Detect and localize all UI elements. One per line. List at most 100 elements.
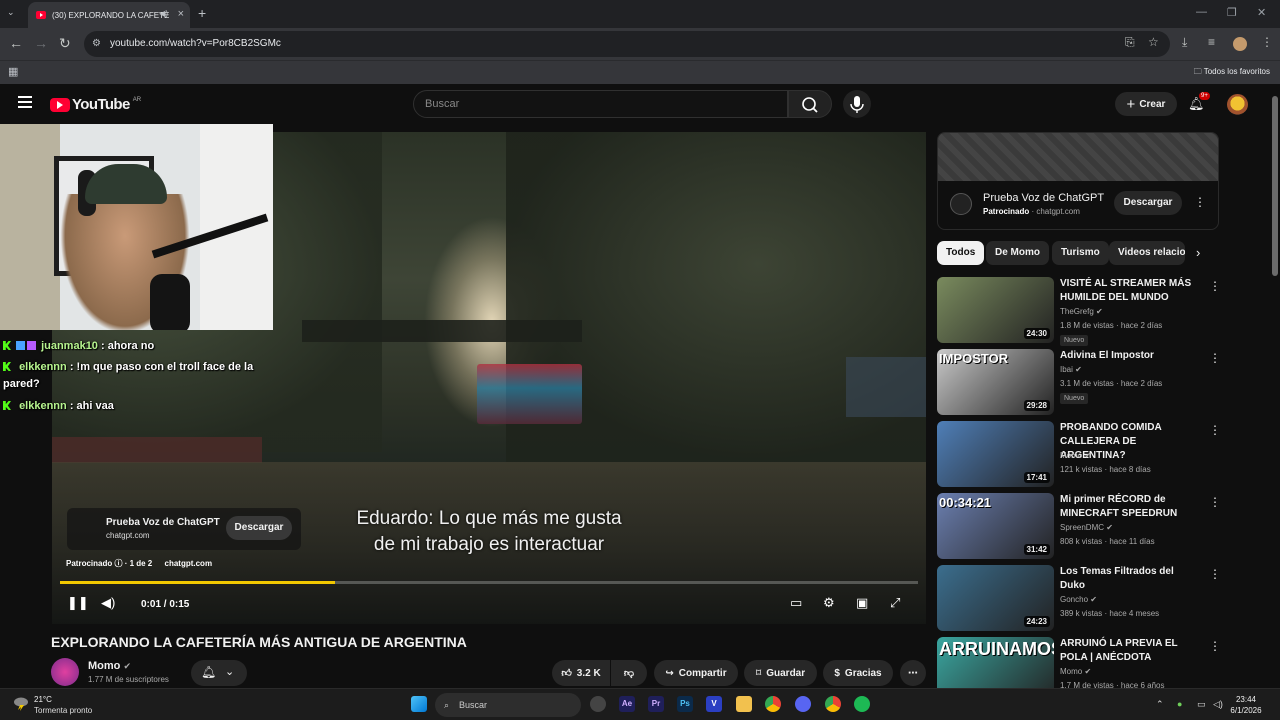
recommended-video[interactable]: 17:41 PROBANDO COMIDA CALLEJERA DE ARGENT… xyxy=(937,421,1221,487)
install-icon[interactable]: ⎘ xyxy=(1125,35,1135,50)
network-icon[interactable]: ▭ xyxy=(1197,699,1206,710)
sidebar-ad-download-button[interactable]: Descargar xyxy=(1114,191,1182,215)
video-thumbnail[interactable]: 24:30 xyxy=(937,277,1054,343)
more-actions-button[interactable]: ⋯ xyxy=(900,660,926,686)
volume-tray-icon[interactable]: ◁) xyxy=(1213,699,1223,710)
system-clock[interactable]: 23:44 6/1/2026 xyxy=(1228,694,1264,716)
recommended-video[interactable]: IMPOSTOR 29:28 Adivina El Impostor Ibai ✔ 3.… xyxy=(937,349,1221,415)
sidebar-ad-card[interactable]: Prueba Voz de ChatGPT Patrocinado · chat… xyxy=(937,132,1219,230)
video-title[interactable]: ARRUINÓ LA PREVIA EL POLA | ANÉCDOTA xyxy=(1060,637,1200,665)
reload-icon[interactable]: ↻ xyxy=(59,35,71,52)
subtitles-icon[interactable]: ▭ xyxy=(790,595,802,611)
save-button[interactable]: ⌑ Guardar xyxy=(744,660,817,686)
kebab-menu-icon[interactable]: ⋮ xyxy=(1209,351,1221,365)
premiere-icon[interactable]: Pr xyxy=(648,696,664,712)
recommended-video[interactable]: 24:23 Los Temas Filtrados del Duko Goncho … xyxy=(937,565,1221,631)
spotify-icon[interactable] xyxy=(854,696,870,712)
video-thumbnail[interactable]: 00:34:21 31:42 xyxy=(937,493,1054,559)
video-thumbnail[interactable]: 24:23 xyxy=(937,565,1054,631)
chrome-icon[interactable] xyxy=(765,696,781,712)
taskbar-search[interactable]: ⌕ Buscar xyxy=(435,693,581,717)
recommended-video[interactable]: 24:30 VISITÉ AL STREAMER MÁS HUMILDE DEL … xyxy=(937,277,1221,346)
player-ad-download-button[interactable]: Descargar xyxy=(226,516,292,540)
kebab-menu-icon[interactable]: ⋮ xyxy=(1209,495,1221,509)
minimize-icon[interactable]: — xyxy=(1196,6,1207,18)
video-title[interactable]: Adivina El Impostor xyxy=(1060,349,1200,363)
kebab-menu-icon[interactable]: ⋮ xyxy=(1209,567,1221,581)
chip-videos-relacionados[interactable]: Videos relacio xyxy=(1109,241,1185,265)
menu-icon[interactable]: ⋮ xyxy=(1261,35,1273,49)
channel-name[interactable]: SpreenDMC ✔ xyxy=(1060,523,1113,532)
settings-gear-icon[interactable]: ⚙ xyxy=(823,595,835,611)
channel-avatar[interactable] xyxy=(51,658,79,686)
recommended-video[interactable]: 00:34:21 31:42 Mi primer RÉCORD de MINECRA… xyxy=(937,493,1221,559)
forward-icon[interactable]: → xyxy=(34,35,48,51)
new-tab-icon[interactable]: + xyxy=(198,5,206,21)
restore-icon[interactable]: ❐ xyxy=(1227,6,1237,19)
fullscreen-icon[interactable]: ⤢ xyxy=(890,595,900,611)
browser-tab[interactable]: (30) EXPLORANDO LA CAFETE ◀) × xyxy=(28,2,190,28)
discord-icon[interactable] xyxy=(795,696,811,712)
channel-name[interactable]: Momo ✔ xyxy=(1060,451,1091,460)
chip-turismo[interactable]: Turismo xyxy=(1052,241,1109,265)
create-button[interactable]: + Crear xyxy=(1115,92,1177,116)
mic-tray-icon[interactable]: ● xyxy=(1177,699,1182,709)
channel-name[interactable]: Momo ✔ xyxy=(88,660,131,672)
windows-start-icon[interactable] xyxy=(411,696,427,712)
chevron-right-icon[interactable]: › xyxy=(1196,245,1200,260)
search-button[interactable] xyxy=(788,90,832,118)
voice-search-button[interactable] xyxy=(843,90,871,118)
video-title[interactable]: Mi primer RÉCORD de MINECRAFT SPEEDRUN xyxy=(1060,493,1200,521)
progress-bar[interactable] xyxy=(60,581,918,584)
menu-hamburger-icon[interactable] xyxy=(18,96,32,108)
speaker-icon[interactable]: ◀) xyxy=(159,9,168,18)
tray-chevron-icon[interactable]: ⌃ xyxy=(1156,699,1164,710)
chip-de-momo[interactable]: De Momo xyxy=(986,241,1049,265)
all-bookmarks[interactable]: 🗀 Todos los favoritos xyxy=(1194,66,1270,80)
video-thumbnail[interactable]: 17:41 xyxy=(937,421,1054,487)
channel-name[interactable]: Momo ✔ xyxy=(1060,667,1091,676)
download-icon[interactable]: ⤓ xyxy=(1182,35,1187,50)
player-ad-overlay[interactable]: Prueba Voz de ChatGPT chatgpt.com Descar… xyxy=(67,508,301,550)
media-icon[interactable]: ≡ xyxy=(1208,35,1215,49)
vegas-icon[interactable]: V xyxy=(706,696,722,712)
chrome-active-icon[interactable] xyxy=(825,696,841,712)
kebab-menu-icon[interactable]: ⋮ xyxy=(1209,423,1221,437)
info-icon[interactable]: ⓘ · xyxy=(114,559,129,568)
like-button[interactable]: 👍︎ 3.2 K xyxy=(552,660,610,686)
search-input[interactable]: Buscar xyxy=(413,90,788,118)
address-bar[interactable]: ⚙ youtube.com/watch?v=Por8CB2SGMc xyxy=(84,31,1170,57)
channel-name[interactable]: Ibai ✔ xyxy=(1060,365,1082,374)
thanks-button[interactable]: $ Gracias xyxy=(823,660,893,686)
bookmark-star-icon[interactable]: ☆ xyxy=(1148,35,1159,49)
profile-avatar[interactable] xyxy=(1233,37,1247,51)
subscription-bell-button[interactable]: 🔔︎ ⌄ xyxy=(191,660,247,686)
scrollbar-thumb[interactable] xyxy=(1272,96,1278,276)
pause-icon[interactable]: ❚❚ xyxy=(67,595,89,611)
close-tab-icon[interactable]: × xyxy=(178,8,184,20)
app-icon[interactable] xyxy=(590,696,606,712)
tab-search-icon[interactable]: ⌄ xyxy=(7,7,15,18)
video-title[interactable]: VISITÉ AL STREAMER MÁS HUMILDE DEL MUNDO xyxy=(1060,277,1200,305)
site-info-icon[interactable]: ⚙ xyxy=(92,31,101,57)
volume-icon[interactable]: ◀) xyxy=(101,595,115,611)
chip-all[interactable]: Todos xyxy=(937,241,985,265)
kebab-menu-icon[interactable]: ⋮ xyxy=(1194,195,1206,209)
channel-name[interactable]: TheGrefg ✔ xyxy=(1060,307,1103,316)
kebab-menu-icon[interactable]: ⋮ xyxy=(1209,639,1221,653)
video-thumbnail[interactable]: IMPOSTOR 29:28 xyxy=(937,349,1054,415)
photoshop-icon[interactable]: Ps xyxy=(677,696,693,712)
account-avatar[interactable] xyxy=(1227,94,1248,115)
page-scrollbar[interactable] xyxy=(1270,84,1280,688)
file-explorer-icon[interactable] xyxy=(736,696,752,712)
channel-name[interactable]: Goncho ✔ xyxy=(1060,595,1097,604)
dislike-button[interactable]: 👎︎ xyxy=(611,660,647,686)
youtube-logo[interactable]: YouTube AR xyxy=(50,96,141,113)
apps-icon[interactable]: ▦ xyxy=(8,65,18,78)
video-title[interactable]: Los Temas Filtrados del Duko xyxy=(1060,565,1200,593)
after-effects-icon[interactable]: Ae xyxy=(619,696,635,712)
theater-mode-icon[interactable]: ▣ xyxy=(856,595,868,611)
back-icon[interactable]: ← xyxy=(9,35,23,51)
close-window-icon[interactable]: ✕ xyxy=(1257,6,1266,19)
share-button[interactable]: ↪ Compartir xyxy=(654,660,738,686)
